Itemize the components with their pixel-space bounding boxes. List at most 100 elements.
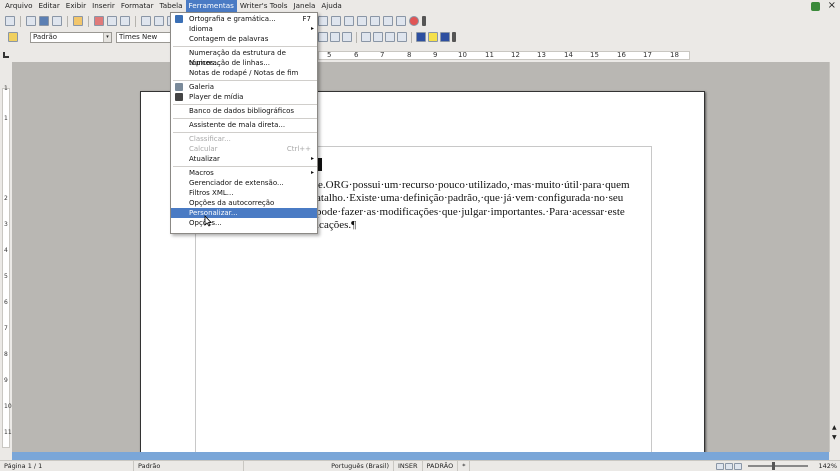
menu-arquivo[interactable]: Arquivo xyxy=(2,0,36,12)
extension-update-icon[interactable] xyxy=(810,1,820,11)
increase-indent-icon[interactable] xyxy=(397,32,407,42)
new-document-icon[interactable] xyxy=(5,16,15,26)
menu-editar[interactable]: Editar xyxy=(36,0,63,12)
print-preview-icon[interactable] xyxy=(120,16,130,26)
chevron-down-icon[interactable]: ▾ xyxy=(103,32,111,42)
numbering-icon[interactable] xyxy=(361,32,371,42)
paragraph-style-combo[interactable]: Padrão ▾ xyxy=(30,31,112,43)
menu-inserir[interactable]: Inserir xyxy=(89,0,118,12)
font-color-icon[interactable] xyxy=(416,32,426,42)
menu-item-filtros-xml[interactable]: Filtros XML... xyxy=(171,188,317,198)
menu-item-assistente-de-mala-direta[interactable]: Assistente de mala direta... xyxy=(171,120,317,130)
font-name-combo[interactable]: Times New Roma xyxy=(116,31,176,43)
document-paragraph[interactable]: ice.ORG·possui·um·recurso·pouco·utilizad… xyxy=(305,179,650,232)
zoom-slider[interactable] xyxy=(748,462,809,470)
font-name-value: Times New Roma xyxy=(119,32,158,41)
print-icon[interactable] xyxy=(107,16,117,26)
scroll-down-icon[interactable]: ▼ xyxy=(832,434,837,441)
menu-item-label: Atualizar xyxy=(189,155,220,163)
ruler-tick: 13 xyxy=(537,51,546,59)
toolbar-overflow-icon[interactable] xyxy=(452,32,456,42)
selection-mode[interactable]: PADRÃO xyxy=(423,460,459,471)
menu-item-classificar: Classificar... xyxy=(171,134,317,144)
menu-separator xyxy=(173,104,317,105)
menu-item-banco-de-dados-bibliograficos[interactable]: Banco de dados bibliográficos xyxy=(171,106,317,116)
page-style[interactable]: Padrão xyxy=(134,460,244,471)
open-icon[interactable] xyxy=(26,16,36,26)
multi-page-view-icon[interactable] xyxy=(725,462,734,470)
menu-janela[interactable]: Janela xyxy=(290,0,318,12)
zoom-slider-thumb[interactable] xyxy=(772,462,776,470)
menu-item-ortografia-e-gramatica[interactable]: Ortografia e gramática... F7 xyxy=(171,14,317,24)
book-view-icon[interactable] xyxy=(734,462,743,470)
menu-item-atualizar[interactable]: Atualizar ▸ xyxy=(171,154,317,164)
menu-item-contagem-de-palavras[interactable]: Contagem de palavras xyxy=(171,34,317,44)
menu-item-numeracao-de-linhas[interactable]: Numeração de linhas... xyxy=(171,58,317,68)
menu-item-notas-de-rodape-notas-de-fim[interactable]: Notas de rodapé / Notas de fim xyxy=(171,68,317,78)
submenu-arrow-icon: ▸ xyxy=(310,25,314,32)
align-center-icon[interactable] xyxy=(318,32,328,42)
mouse-pointer-icon xyxy=(204,215,212,227)
edit-file-icon[interactable] xyxy=(73,16,83,26)
menu-item-shortcut: Ctrl++ xyxy=(286,145,311,153)
save-icon[interactable] xyxy=(39,16,49,26)
menu-exibir[interactable]: Exibir xyxy=(63,0,89,12)
menu-ferramentas[interactable]: Ferramentas xyxy=(185,0,237,12)
horizontal-scrollbar[interactable] xyxy=(12,452,829,460)
navigator-icon[interactable] xyxy=(357,16,367,26)
background-color-icon[interactable] xyxy=(440,32,450,42)
close-document-button[interactable]: × xyxy=(828,1,836,11)
align-right-icon[interactable] xyxy=(330,32,340,42)
insert-mode[interactable]: INSER xyxy=(394,460,423,471)
help-icon[interactable] xyxy=(409,16,419,26)
highlighting-icon[interactable] xyxy=(428,32,438,42)
menu-item-opcoes-da-autocorrecao[interactable]: Opções da autocorreção xyxy=(171,198,317,208)
language-status[interactable]: Português (Brasil) xyxy=(244,460,394,471)
toolbar-overflow-icon[interactable] xyxy=(422,16,426,26)
menu-formatar[interactable]: Formatar xyxy=(118,0,157,12)
ruler-tick: 18 xyxy=(670,51,679,59)
menu-item-gerenciador-de-extensao[interactable]: Gerenciador de extensão... xyxy=(171,178,317,188)
menu-item-idioma[interactable]: Idioma ▸ xyxy=(171,24,317,34)
table-icon[interactable] xyxy=(318,16,328,26)
scroll-up-icon[interactable]: ▲ xyxy=(832,424,837,431)
export-pdf-icon[interactable] xyxy=(94,16,104,26)
menu-item-label: Ortografia e gramática... xyxy=(189,15,276,23)
view-layout-icons[interactable] xyxy=(716,462,743,470)
menu-item-galeria[interactable]: Galeria xyxy=(171,82,317,92)
toolbar-separator xyxy=(20,15,21,27)
ruler-text-area: 5 6 7 8 9 10 11 12 13 14 15 16 17 18 xyxy=(318,51,690,60)
menu-tabela[interactable]: Tabela xyxy=(157,0,186,12)
chart-icon[interactable] xyxy=(344,16,354,26)
menu-item-macros[interactable]: Macros ▸ xyxy=(171,168,317,178)
decrease-indent-icon[interactable] xyxy=(385,32,395,42)
vertical-scrollbar[interactable]: ▲ ▼ xyxy=(829,62,840,452)
gallery-toolbar-icon[interactable] xyxy=(383,16,393,26)
bullets-icon[interactable] xyxy=(373,32,383,42)
justify-icon[interactable] xyxy=(342,32,352,42)
formatting-marks-icon[interactable] xyxy=(370,16,380,26)
document-area[interactable] xyxy=(12,62,829,452)
menu-item-personalizar[interactable]: Personalizar... xyxy=(171,208,317,218)
single-page-view-icon[interactable] xyxy=(716,462,725,470)
menu-writers-tools[interactable]: Writer's Tools xyxy=(237,0,291,12)
ruler-tick: 6 xyxy=(354,51,359,59)
menu-separator xyxy=(173,132,317,133)
ruler-tick: 5 xyxy=(327,51,332,59)
ruler-tick: 9 xyxy=(433,51,438,59)
spellcheck-toolbar-icon[interactable] xyxy=(141,16,151,26)
menu-ajuda[interactable]: Ajuda xyxy=(318,0,344,12)
email-icon[interactable] xyxy=(52,16,62,26)
document-modified-indicator[interactable]: * xyxy=(458,460,471,471)
zoom-icon[interactable] xyxy=(396,16,406,26)
page-count[interactable]: Página 1 / 1 xyxy=(0,460,134,471)
zoom-level[interactable]: 142% xyxy=(818,462,837,470)
image-icon[interactable] xyxy=(331,16,341,26)
menu-item-numeracao-da-estrutura-de-topicos[interactable]: Numeração da estrutura de tópicos... xyxy=(171,48,317,67)
styles-formatting-icon[interactable] xyxy=(8,32,18,42)
autospellcheck-icon[interactable] xyxy=(154,16,164,26)
tab-type-icon[interactable] xyxy=(3,52,9,58)
menu-item-player-de-midia[interactable]: Player de mídia xyxy=(171,92,317,102)
menu-item-label: Assistente de mala direta... xyxy=(189,121,286,129)
menu-item-opcoes[interactable]: Opções... xyxy=(171,218,317,228)
